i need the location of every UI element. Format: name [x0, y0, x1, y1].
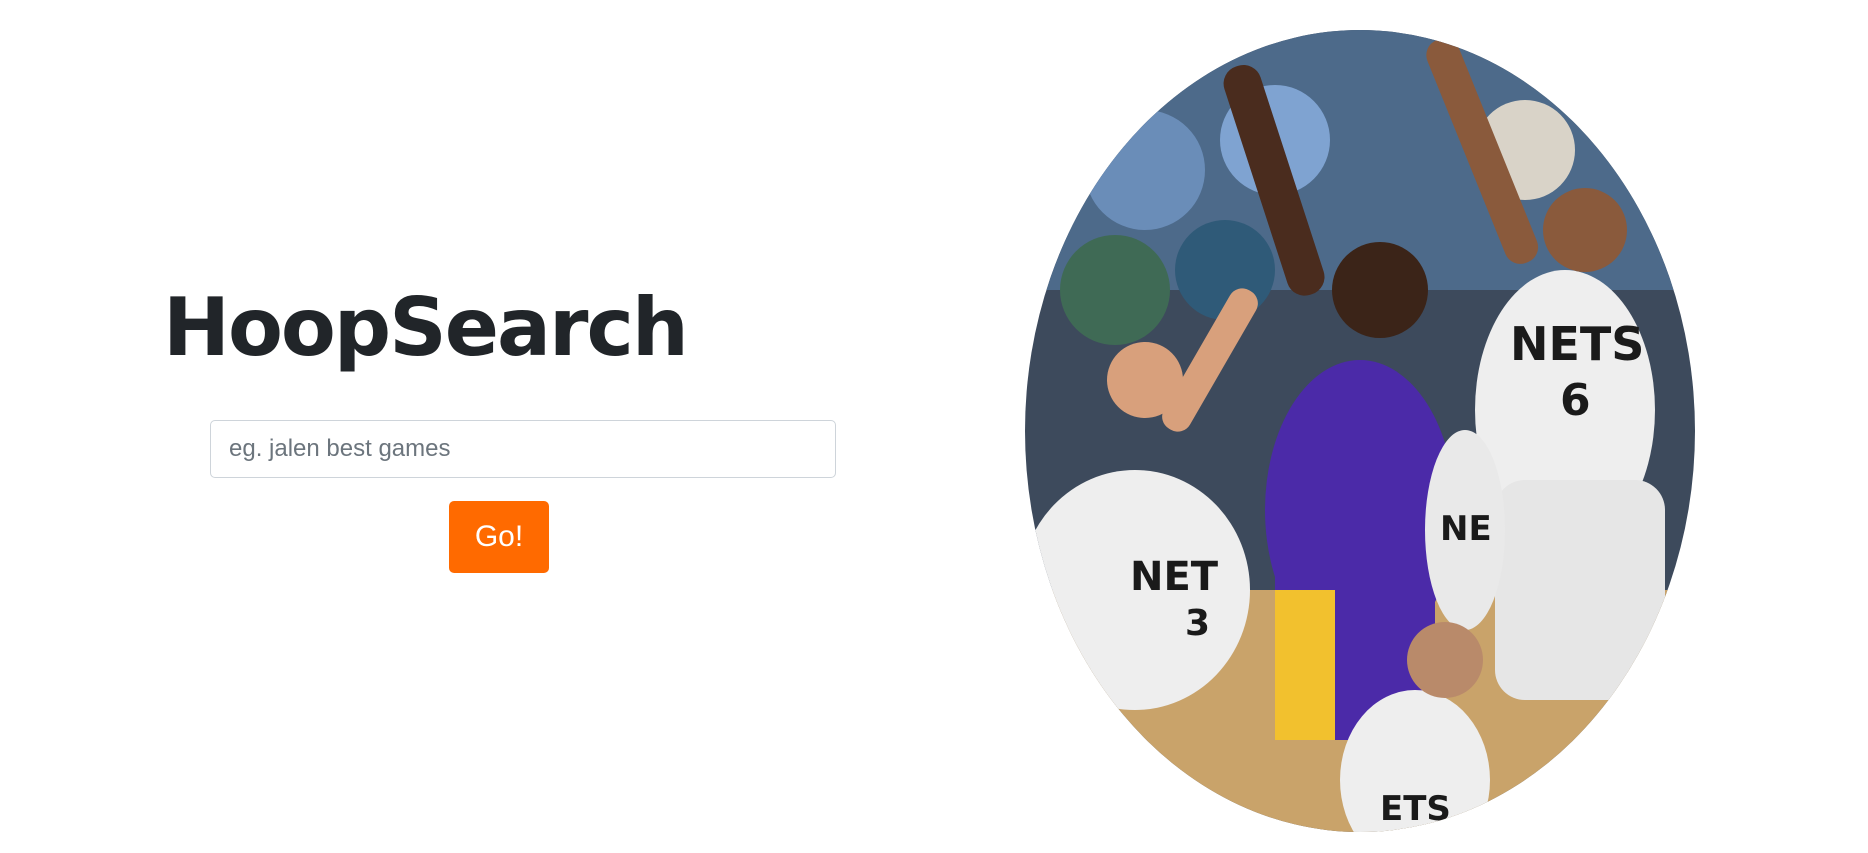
- basketball-photo: NET 3 NETS 6 NE ETS: [1025, 30, 1695, 832]
- hero-image: NET 3 NETS 6 NE ETS: [1025, 30, 1695, 832]
- jersey-number-left: 3: [1185, 603, 1210, 644]
- jersey-text-left: NET: [1130, 554, 1219, 600]
- jersey-text-right: NETS: [1510, 317, 1644, 371]
- search-input[interactable]: [210, 420, 836, 478]
- nets-head-right: [1543, 188, 1627, 272]
- lakers-shorts-stripe: [1275, 590, 1335, 740]
- go-button[interactable]: Go!: [449, 501, 549, 573]
- page: HoopSearch Go! NET 3: [0, 0, 1868, 853]
- jersey-number-right: 6: [1560, 375, 1591, 426]
- spectator-1: [1085, 110, 1205, 230]
- jersey-text-bottom: ETS: [1380, 789, 1451, 829]
- spectator-4: [1060, 235, 1170, 345]
- lakers-head: [1332, 242, 1428, 338]
- search-form: Go!: [210, 420, 836, 573]
- nets-head-bottom: [1407, 622, 1483, 698]
- nets-shorts-right: [1495, 480, 1665, 700]
- jersey-text-middle: NE: [1440, 509, 1492, 549]
- page-title: HoopSearch: [163, 281, 689, 374]
